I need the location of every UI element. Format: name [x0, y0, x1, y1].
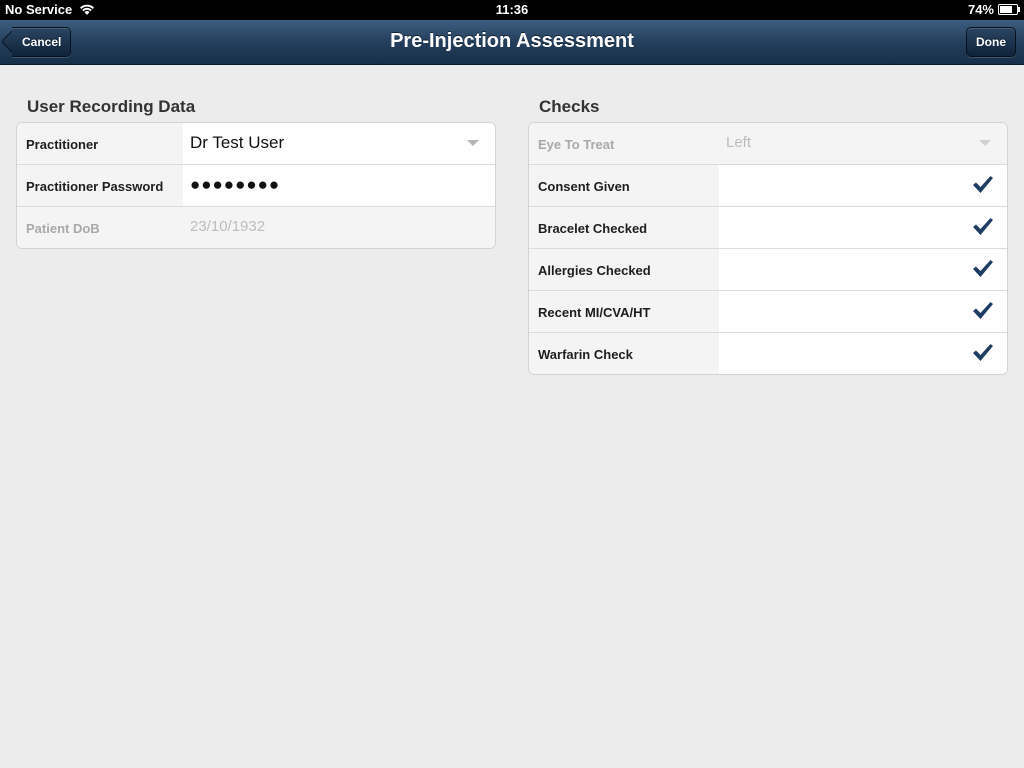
patient-dob-value: 23/10/1932	[190, 218, 266, 235]
eye-to-treat-label: Eye To Treat	[529, 123, 719, 164]
chevron-down-icon	[467, 140, 479, 146]
check-label: Recent MI/CVA/HT	[529, 291, 719, 332]
practitioner-row[interactable]: Practitioner Dr Test User	[17, 123, 495, 165]
status-bar: No Service 11:36 74%	[0, 0, 1024, 20]
page-title: Pre-Injection Assessment	[390, 30, 634, 52]
done-button[interactable]: Done	[966, 27, 1016, 57]
clock: 11:36	[495, 2, 529, 17]
patient-dob-row: Patient DoB 23/10/1932	[17, 207, 495, 248]
check-row[interactable]: Consent Given	[529, 165, 1007, 207]
eye-to-treat-select: Left	[726, 134, 752, 151]
checkmark-icon[interactable]	[972, 301, 994, 321]
checks-group: Eye To Treat Left Consent Given Bracelet …	[528, 122, 1008, 375]
checkmark-icon[interactable]	[972, 259, 994, 279]
battery-icon	[998, 4, 1020, 15]
check-row[interactable]: Recent MI/CVA/HT	[529, 291, 1007, 333]
practitioner-select[interactable]: Dr Test User	[190, 123, 284, 164]
eye-to-treat-row: Eye To Treat Left	[529, 123, 1007, 165]
password-row[interactable]: Practitioner Password ●●●●●●●●	[17, 165, 495, 207]
navigation-bar: Pre-Injection Assessment Cancel Done	[0, 20, 1024, 65]
check-label: Consent Given	[529, 165, 719, 206]
user-recording-section-title: User Recording Data	[27, 97, 196, 116]
password-field[interactable]: ●●●●●●●●	[190, 165, 280, 206]
checkmark-icon[interactable]	[972, 175, 994, 195]
check-label: Allergies Checked	[529, 249, 719, 290]
patient-dob-label: Patient DoB	[17, 207, 183, 248]
check-row[interactable]: Allergies Checked	[529, 249, 1007, 291]
check-row[interactable]: Warfarin Check	[529, 333, 1007, 374]
password-label: Practitioner Password	[17, 165, 183, 206]
battery-status: 74%	[967, 2, 1020, 17]
checkmark-icon[interactable]	[972, 343, 994, 363]
user-recording-group: Practitioner Dr Test User Practitioner P…	[16, 122, 496, 249]
chevron-down-icon	[979, 140, 991, 146]
checks-section-title: Checks	[539, 97, 600, 116]
cancel-button[interactable]: Cancel	[12, 27, 72, 57]
practitioner-label: Practitioner	[17, 123, 183, 164]
check-label: Bracelet Checked	[529, 207, 719, 248]
checkmark-icon[interactable]	[972, 217, 994, 237]
battery-percent: 74%	[967, 2, 994, 17]
check-label: Warfarin Check	[529, 333, 719, 374]
check-row[interactable]: Bracelet Checked	[529, 207, 1007, 249]
